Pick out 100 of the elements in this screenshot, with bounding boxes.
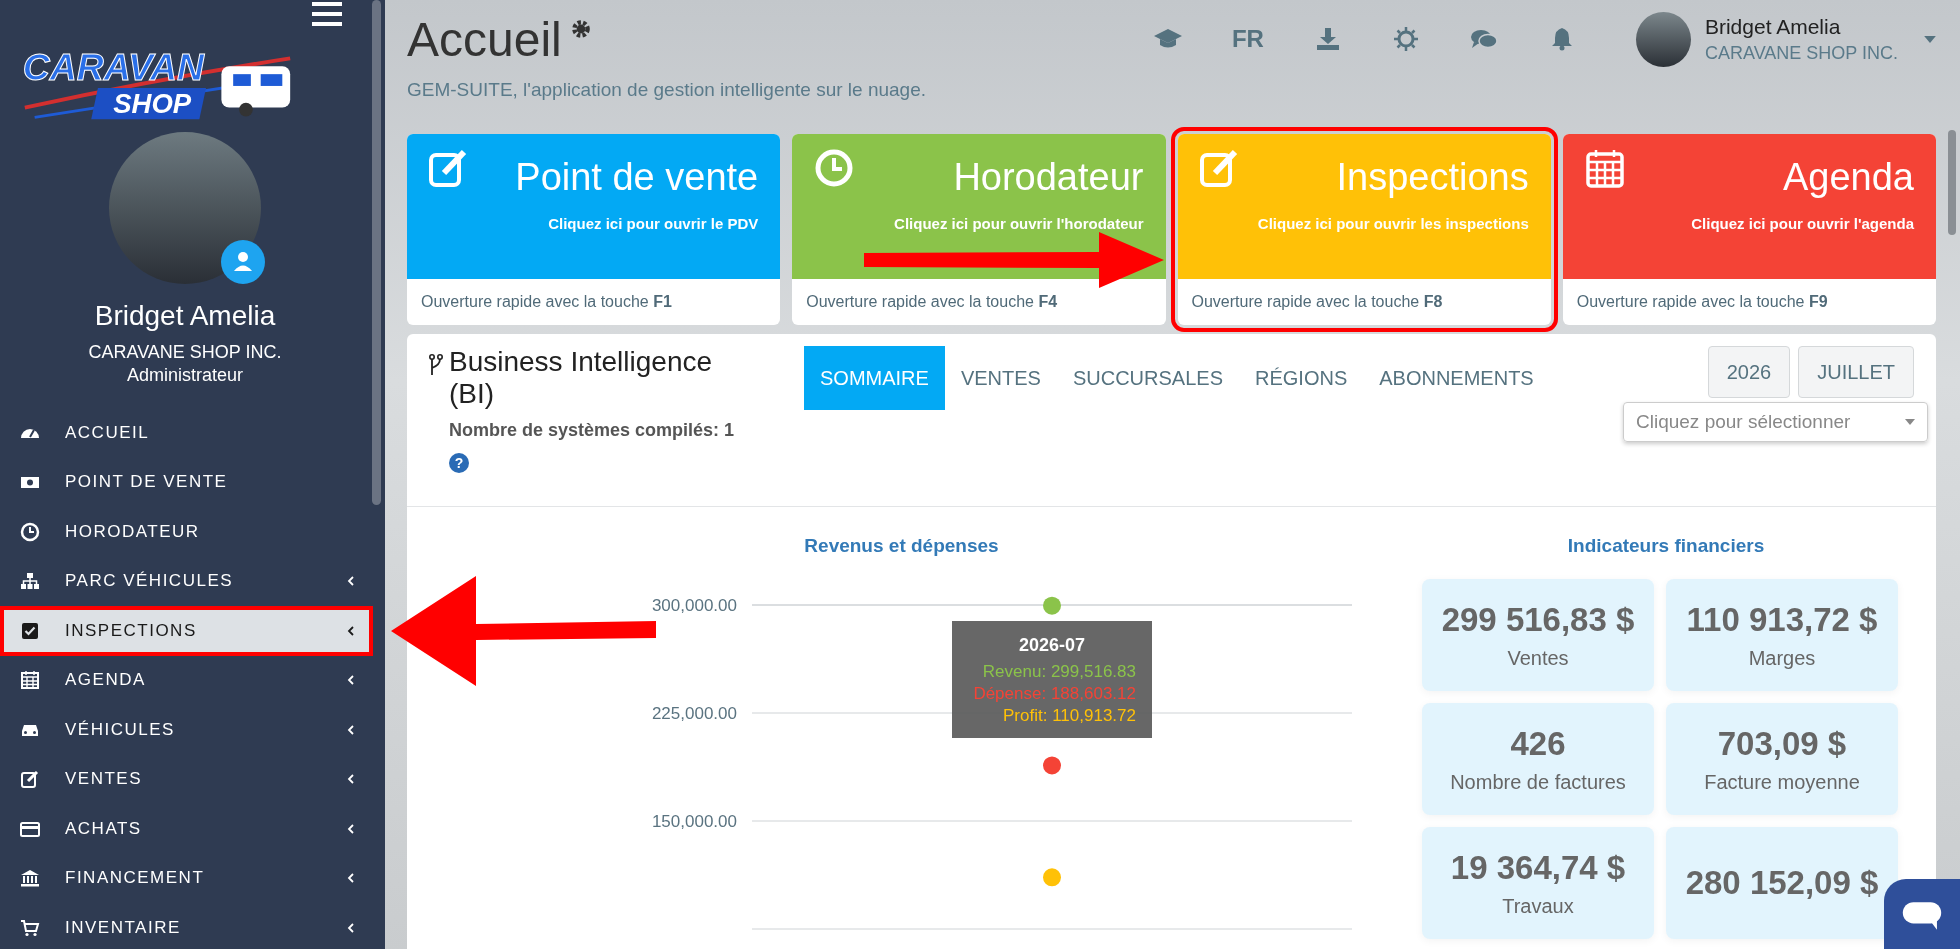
caret-icon	[1905, 419, 1915, 425]
indicator-label: Travaux	[1502, 894, 1574, 918]
indicator-value: 110 913,72 $	[1686, 600, 1878, 639]
cart-icon	[20, 917, 40, 938]
chevron-icon	[347, 674, 355, 687]
user-name[interactable]: Bridget Amelia	[1704, 14, 1898, 39]
indicator-label: Nombre de factures	[1450, 770, 1626, 794]
sitemap-icon	[20, 571, 40, 592]
select-dropdown[interactable]: Cliquez pour sélectionner	[1623, 402, 1928, 442]
tab[interactable]: SUCCURSALES	[1056, 346, 1239, 410]
calendar-icon	[20, 670, 40, 691]
bank-icon	[20, 868, 40, 889]
edit-icon	[429, 148, 469, 188]
shortcut-hint: Ouverture rapide avec la touche F9	[1575, 292, 1829, 312]
compiled-systems-count: Nombre de systèmes compilés: 1	[449, 420, 736, 441]
shortcut-tile[interactable]: Horodateur Cliquez ici pour ouvrir l'horodateur Ouverture rapide avec la touche F4	[792, 134, 1166, 325]
tile-subtitle: Cliquez ici pour ouvrir l'agenda	[1691, 215, 1914, 232]
user-name: Bridget Amelia	[94, 300, 276, 332]
series-name: Revenu:	[982, 661, 1047, 681]
scrollbar-thumb[interactable]	[1948, 130, 1956, 235]
indicator-label: Ventes	[1507, 646, 1569, 670]
panel-title: Business Intelligence (BI)	[449, 346, 714, 410]
user-badge-icon	[221, 240, 265, 284]
settings-icon[interactable]	[569, 18, 592, 40]
year-button[interactable]: 2026	[1707, 346, 1791, 398]
shortcut-tile[interactable]: Agenda Cliquez ici pour ouvrir l'agenda Ouverture rapide avec la touche F9	[1562, 134, 1936, 325]
nav-item[interactable]: PARC VÉHICULES	[0, 556, 373, 606]
menu-icon[interactable]	[311, 2, 343, 26]
tooltip-title: 2026-07	[1018, 634, 1086, 656]
series-name: Profit:	[1003, 705, 1048, 725]
series-name: Dépense:	[973, 683, 1047, 703]
chevron-icon	[347, 921, 355, 934]
nav-item[interactable]: VÉHICULES	[0, 705, 373, 755]
data-point[interactable]	[1043, 756, 1061, 775]
data-point[interactable]	[1043, 868, 1061, 887]
edit-icon	[20, 769, 40, 790]
clock-icon	[20, 521, 40, 542]
series-value: 188,603.12	[1050, 683, 1136, 703]
chevron-icon	[347, 723, 355, 736]
chevron-icon	[347, 822, 355, 835]
edit-icon	[1199, 148, 1240, 188]
scrollbar-thumb[interactable]	[372, 0, 381, 505]
shortcut-hint: Ouverture rapide avec la touche F1	[420, 292, 673, 312]
nav-item[interactable]: FINANCEMENT	[0, 853, 373, 903]
chat-bubble-icon	[1900, 899, 1944, 932]
indicator-label: Marges	[1748, 646, 1816, 670]
chart-title: Revenus et dépenses	[804, 535, 999, 557]
nav-item[interactable]: POINT DE VENTE	[0, 457, 373, 507]
shortcut-hint: Ouverture rapide avec la touche F4	[805, 292, 1059, 312]
tile-subtitle: Cliquez ici pour ouvrir l'horodateur	[894, 215, 1144, 232]
caret-icon[interactable]	[1924, 35, 1936, 43]
logo: CARAVAN SHOP	[15, 38, 300, 128]
chevron-icon	[347, 773, 355, 786]
user-company: CARAVANE SHOP INC.	[88, 342, 282, 363]
chevron-icon	[347, 575, 355, 588]
nav-item[interactable]: INVENTAIRE	[0, 903, 373, 949]
sun-icon[interactable]	[1391, 27, 1420, 51]
tab[interactable]: RÉGIONS	[1239, 346, 1364, 410]
shortcut-hint: Ouverture rapide avec la touche F8	[1190, 292, 1444, 312]
nav-item[interactable]: HORODATEUR	[0, 507, 373, 557]
page-title: Accueil	[407, 12, 562, 67]
axis-tick-label: 150,000.00	[651, 812, 737, 831]
indicator-value: 299 516,83 $	[1441, 600, 1635, 639]
language-selector[interactable]: FR	[1231, 25, 1264, 53]
chat-button[interactable]	[1884, 878, 1960, 949]
axis-tick-label: 300,000.00	[651, 596, 737, 615]
nav-item[interactable]: AGENDA	[0, 655, 373, 705]
series-value: 110,913.72	[1052, 705, 1136, 725]
month-button[interactable]: JUILLET	[1798, 346, 1914, 398]
tile-title: Point de vente	[515, 156, 759, 199]
indicator-value: 280 152,09 $	[1685, 864, 1879, 902]
clock-icon	[814, 148, 855, 188]
shortcut-tile[interactable]: Point de vente Cliquez ici pour ouvrir le PDV Ouverture rapide avec la touche F1	[407, 134, 781, 325]
data-point[interactable]	[1043, 596, 1061, 615]
tile-subtitle: Cliquez ici pour ouvrir les inspections	[1257, 215, 1529, 232]
indicator-value: 19 364,74 $	[1450, 848, 1626, 887]
chat-icon[interactable]	[1469, 27, 1498, 51]
axis-tick-label: 225,000.00	[651, 704, 737, 723]
indicator-value: 426	[1510, 724, 1566, 763]
tile-subtitle: Cliquez ici pour ouvrir le PDV	[548, 215, 759, 232]
series-value: 299,516.83	[1050, 661, 1136, 681]
tab[interactable]: ABONNEMENTS	[1363, 346, 1550, 410]
indicator-label: Facture moyenne	[1704, 770, 1860, 794]
nav-item[interactable]: ACCUEIL	[0, 408, 373, 458]
nav-item[interactable]: VENTES	[0, 754, 373, 804]
branch-icon	[429, 354, 443, 376]
user-company: CARAVANE SHOP INC.	[1704, 42, 1898, 64]
calendar-icon	[1584, 148, 1625, 188]
chevron-icon	[347, 872, 355, 885]
tile-title: Horodateur	[953, 156, 1144, 199]
nav-item[interactable]: ACHATS	[0, 804, 373, 854]
user-role: Administrateur	[126, 365, 243, 386]
page-subtitle: GEM-SUITE, l'application de gestion intelligente sur le nuage.	[407, 79, 927, 101]
check-icon	[20, 620, 40, 641]
tab[interactable]: VENTES	[944, 346, 1057, 410]
section-title: Indicateurs financiers	[1567, 535, 1765, 557]
tile-title: Agenda	[1783, 156, 1914, 199]
chevron-icon	[347, 624, 355, 637]
indicator-value: 703,09 $	[1717, 724, 1847, 763]
help-icon[interactable]: ?	[449, 453, 469, 473]
